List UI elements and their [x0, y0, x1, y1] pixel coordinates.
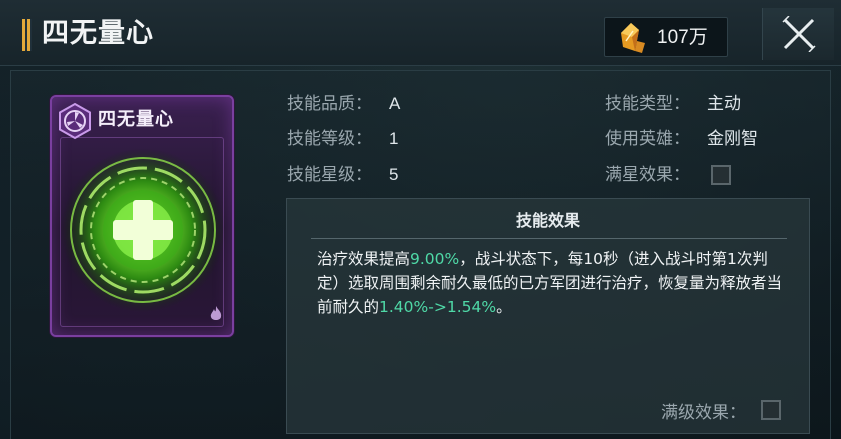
- skill-quality-label: 技能品质：: [287, 94, 372, 113]
- skill-type-label: 技能类型：: [605, 94, 690, 113]
- title-bar: 四无量心 107万: [0, 0, 841, 66]
- skill-star-label: 技能星级：: [287, 165, 372, 184]
- skill-level-value: 1: [389, 129, 399, 148]
- orange-crystal-icon: [621, 23, 645, 53]
- skill-type-value: 主动: [707, 94, 741, 113]
- skill-effect-panel: 技能效果 治疗效果提高9.00%，战斗状态下，每10秒（进入战斗时第1次判定）选…: [286, 198, 810, 434]
- effect-highlight-value: 1.40%->1.54%: [379, 298, 497, 316]
- skill-quality-value: A: [389, 94, 401, 113]
- effect-highlight-value: 9.00%: [410, 250, 460, 268]
- currency-display: 107万: [604, 17, 728, 57]
- title-accent-bar: [22, 19, 32, 51]
- flame-emblem-icon: [210, 306, 222, 320]
- skill-star-value: 5: [389, 165, 399, 184]
- skill-effect-title: 技能效果: [515, 211, 580, 230]
- full-star-effect-checkbox[interactable]: [711, 165, 731, 185]
- close-icon: [782, 16, 816, 52]
- effect-text-part: 。: [496, 298, 512, 316]
- close-button[interactable]: [762, 8, 834, 60]
- skill-effect-description: 治疗效果提高9.00%，战斗状态下，每10秒（进入战斗时第1次判定）选取周围剩余…: [317, 247, 787, 319]
- hero-value: 金刚智: [707, 129, 758, 148]
- hero-label: 使用英雄：: [605, 129, 690, 148]
- max-level-effect-label: 满级效果：: [661, 403, 746, 422]
- purple-hexagon-badge-icon: [59, 102, 91, 140]
- max-level-effect-checkbox[interactable]: [761, 400, 781, 420]
- effect-divider: [311, 238, 787, 239]
- full-star-effect-label: 满星效果：: [605, 165, 690, 184]
- currency-amount: 107万: [657, 27, 708, 48]
- page-title: 四无量心: [42, 18, 154, 49]
- green-cross-heal-icon: [61, 148, 225, 312]
- effect-text-part: 治疗效果提高: [317, 250, 411, 268]
- skill-card: 四无量心: [50, 95, 234, 337]
- skill-level-label: 技能等级：: [287, 129, 372, 148]
- card-name: 四无量心: [98, 109, 174, 130]
